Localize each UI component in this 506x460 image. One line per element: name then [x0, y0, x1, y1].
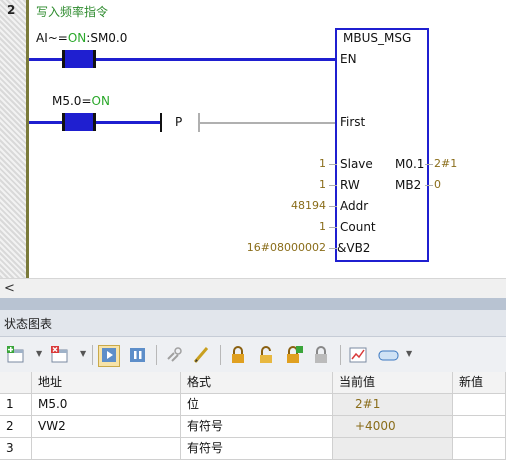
- toolbar-separator: [220, 345, 221, 365]
- stub-error: [425, 185, 433, 186]
- unforce-icon[interactable]: [312, 345, 332, 365]
- panel-splitter[interactable]: [0, 298, 506, 310]
- stub-slave: [329, 164, 337, 165]
- contact2-state: ON: [91, 94, 110, 108]
- pin-addr: Addr: [340, 199, 369, 213]
- stub-count: [329, 227, 337, 228]
- row-index: 1: [0, 394, 32, 415]
- pin-slave: Slave: [340, 157, 373, 171]
- scroll-left-icon[interactable]: <: [4, 281, 15, 296]
- row-new-value[interactable]: [453, 394, 506, 415]
- power-rail: [26, 0, 29, 278]
- pin-count: Count: [340, 220, 376, 234]
- contact2-m5-0[interactable]: [62, 113, 96, 131]
- lock-icon[interactable]: [228, 345, 248, 365]
- contact1-label: AI~=ON:SM0.0: [36, 31, 127, 45]
- row-new-value[interactable]: [453, 438, 506, 459]
- status-chart-table: 地址 格式 当前值 新值 1 M5.0 位 2#1 2 VW2 有符号 +400…: [0, 372, 506, 460]
- row-current-value: [333, 438, 453, 459]
- header-new-value[interactable]: 新值: [453, 372, 506, 393]
- p-contact-left-bar: [160, 113, 162, 132]
- toolbar-separator: [156, 345, 157, 365]
- network-gutter: [0, 0, 26, 278]
- row-address[interactable]: [32, 438, 181, 459]
- table-row[interactable]: 3 有符号: [0, 438, 506, 460]
- contact2-address-prefix: M5.0=: [52, 94, 92, 108]
- pin-error: MB2: [395, 178, 422, 192]
- pause-icon[interactable]: [128, 345, 148, 365]
- link-icon[interactable]: [164, 345, 184, 365]
- table-header-row: 地址 格式 当前值 新值: [0, 372, 506, 394]
- header-current-value[interactable]: 当前值: [333, 372, 453, 393]
- value-addr[interactable]: 48194: [291, 199, 326, 212]
- table-row[interactable]: 2 VW2 有符号 +4000: [0, 416, 506, 438]
- stub-addr: [329, 206, 337, 207]
- status-chart-toolbar: ▼ ▼ ▼: [0, 337, 506, 373]
- row-address[interactable]: M5.0: [32, 394, 181, 415]
- table-row[interactable]: 1 M5.0 位 2#1: [0, 394, 506, 416]
- contact1-address: :SM0.0: [86, 31, 128, 45]
- pin-data-ptr: &VB2: [337, 241, 371, 255]
- add-icon[interactable]: [6, 345, 26, 365]
- pencil-icon[interactable]: [192, 345, 212, 365]
- row-new-value[interactable]: [453, 416, 506, 437]
- row-index: 3: [0, 438, 32, 459]
- force-icon[interactable]: [284, 345, 304, 365]
- block-title: MBUS_MSG: [343, 31, 412, 45]
- row-current-value: +4000: [333, 416, 453, 437]
- value-count[interactable]: 1: [319, 220, 326, 233]
- header-format[interactable]: 格式: [181, 372, 333, 393]
- options-dropdown-icon[interactable]: ▼: [406, 349, 412, 358]
- row-format[interactable]: 有符号: [181, 416, 333, 437]
- status-chart-title: 状态图表: [4, 317, 53, 331]
- network-comment[interactable]: 写入频率指令: [36, 3, 108, 20]
- delete-dropdown-icon[interactable]: ▼: [80, 349, 86, 358]
- stub-done: [425, 164, 433, 165]
- value-done[interactable]: 2#1: [434, 157, 457, 170]
- value-data-ptr[interactable]: 16#08000002: [247, 241, 326, 254]
- header-index: [0, 372, 32, 393]
- unlock-icon[interactable]: [256, 345, 276, 365]
- trend-icon[interactable]: [348, 345, 368, 365]
- stub-data-ptr: [329, 248, 337, 249]
- toolbar-separator: [92, 345, 93, 365]
- toolbar-separator: [340, 345, 341, 365]
- stub-rw: [329, 185, 337, 186]
- run-icon[interactable]: [98, 345, 120, 367]
- p-contact-label: P: [175, 115, 183, 129]
- pin-en: EN: [340, 52, 357, 66]
- row-index: 2: [0, 416, 32, 437]
- contact2-label: M5.0=ON: [52, 94, 110, 108]
- value-slave[interactable]: 1: [319, 157, 326, 170]
- wire-p-first: [200, 122, 337, 124]
- pin-done: M0.1: [395, 157, 425, 171]
- contact1-address-prefix: AI~=: [36, 31, 68, 45]
- row-format[interactable]: 位: [181, 394, 333, 415]
- header-address[interactable]: 地址: [32, 372, 181, 393]
- horizontal-scrollbar[interactable]: <: [0, 278, 506, 299]
- value-error[interactable]: 0: [434, 178, 441, 191]
- row-address[interactable]: VW2: [32, 416, 181, 437]
- wire-contact1-en: [96, 58, 337, 61]
- pin-first: First: [340, 115, 366, 129]
- status-chart-title-bar: 状态图表: [0, 310, 506, 337]
- chart-options-icon[interactable]: [378, 345, 399, 365]
- wire-rail-contact2: [29, 121, 62, 124]
- delete-icon[interactable]: [50, 345, 70, 365]
- add-dropdown-icon[interactable]: ▼: [36, 349, 42, 358]
- wire-contact2-p: [96, 121, 160, 124]
- pin-rw: RW: [340, 178, 360, 192]
- value-rw[interactable]: 1: [319, 178, 326, 191]
- contact1-sm0-0[interactable]: [62, 50, 96, 68]
- row-current-value: 2#1: [333, 394, 453, 415]
- network-number: 2: [7, 3, 16, 17]
- contact1-state: ON: [67, 31, 87, 45]
- row-format[interactable]: 有符号: [181, 438, 333, 459]
- wire-rail-contact1: [29, 58, 62, 61]
- ladder-editor[interactable]: 2 写入频率指令 AI~=ON:SM0.0 M5.0=ON P MBUS_MSG…: [0, 0, 506, 278]
